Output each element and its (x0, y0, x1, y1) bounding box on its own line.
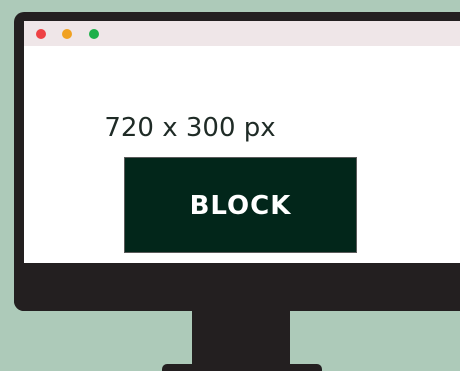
block-element: BLOCK (124, 157, 357, 253)
block-label: BLOCK (189, 191, 292, 221)
monitor-chin (14, 265, 460, 311)
size-label: 720 x 300 px (104, 113, 276, 143)
monitor-stand-base (162, 364, 322, 371)
window-titlebar (24, 21, 460, 46)
browser-window: 720 x 300 px BLOCK (24, 21, 460, 263)
maximize-dot-icon[interactable] (89, 29, 99, 39)
monitor-stand-neck (192, 311, 290, 371)
close-dot-icon[interactable] (36, 29, 46, 39)
minimize-dot-icon[interactable] (62, 29, 72, 39)
